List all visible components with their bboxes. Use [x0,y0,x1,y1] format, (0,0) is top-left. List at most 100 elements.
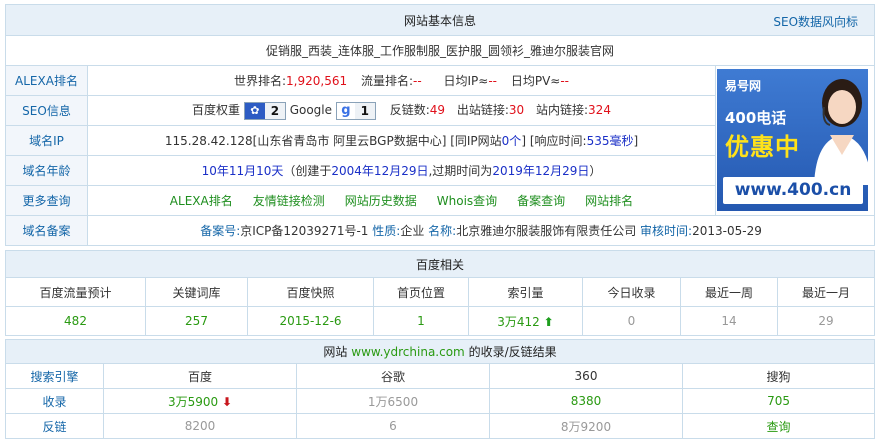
seo-info: 百度权重 ✿ 2 Google g1 反链数:49 出站链接:30 站内链接:32… [87,95,716,126]
baidu-col-today: 今日收录 [582,277,681,307]
ad-banner[interactable]: 易号网 400电话 优惠中 www.400.cn [717,69,868,211]
world-rank-label: 世界排名: [233,74,287,88]
index-title-pre: 网站 [323,345,348,359]
index-baidu-cell: 3万5900 ⬇ [103,388,297,414]
site-title-text: 促销服_西装_连体服_工作服制服_医护服_圆领衫_雅迪尔服装官网 [266,44,615,58]
created-label: （创建于 [283,164,332,178]
backlinks-label: 反链数: [389,103,430,118]
site-title: 促销服_西装_连体服_工作服制服_医护服_圆领衫_雅迪尔服装官网 [4,35,876,66]
backlink-baidu-value[interactable]: 8200 [103,413,297,439]
icp-name-label: 名称: [428,224,457,238]
google-label: Google [289,103,333,118]
baidu-header: 百度相关 [4,250,876,278]
baidu-col-keywords: 关键词库 [145,277,248,307]
icp-no: 京ICP备12039271号-1 [240,224,369,238]
baidu-table: 百度相关 百度流量预计 关键词库 百度快照 首页位置 索引量 今日收录 最近一周… [4,250,876,336]
index-domain-link[interactable]: www.ydrchina.com [351,345,464,359]
index-google-value[interactable]: 1万6500 [296,388,490,414]
basic-info-title: 网站基本信息 [404,13,477,28]
ad-line1: 400电话 [725,109,787,127]
more-link-friendlinks[interactable]: 友情链接检测 [253,194,325,208]
same-ip-close: ] [521,134,526,148]
baidu-weight-label: 百度权重 [192,103,241,118]
more-link-history[interactable]: 网站历史数据 [345,194,417,208]
more-links: ALEXA排名 友情链接检测 网站历史数据 Whois查询 备案查询 网站排名 [87,185,716,216]
backlinks-value: 49 [429,103,446,118]
response-close: ] [633,134,639,148]
backlink-sogou-query-link[interactable]: 查询 [681,413,876,439]
index-col-baidu: 百度 [103,363,297,389]
icp-info: 备案号:京ICP备12039271号-1 性质:企业 名称:北京雅迪尔服装服饰有… [86,215,876,246]
response-time: 535毫秒 [586,134,634,148]
traffic-rank-value: -- [412,74,422,88]
baidu-col-month: 最近一月 [776,277,876,307]
inlinks-label: 站内链接: [536,103,589,118]
baidu-traffic-value: 482 [5,306,146,336]
created-date: 2004年12月29日 [331,164,429,178]
ad-brand: 易号网 [725,79,762,93]
world-rank-value: 1,920,561 [286,74,348,88]
index-col-360: 360 [489,363,683,389]
seo-trend-link[interactable]: SEO数据风向标 [773,13,858,30]
backlink-360-value[interactable]: 8万9200 [489,413,683,439]
alexa-label: ALEXA排名 [5,65,88,96]
icp-label: 域名备案 [5,215,88,246]
index-table: 网站 www.ydrchina.com 的收录/反链结果 搜索引擎 百度 谷歌 … [4,339,876,439]
ad-person-image [804,73,868,185]
baidu-keywords-value[interactable]: 257 [145,306,248,336]
index-sogou-value[interactable]: 705 [681,388,876,414]
daily-pv-value: -- [560,74,570,88]
index-col-google: 谷歌 [296,363,490,389]
baidu-weight-badge[interactable]: ✿ 2 [243,101,286,120]
baidu-snapshot-value[interactable]: 2015-12-6 [247,306,374,336]
domain-age: 10年11月10天 [201,164,284,178]
index-title-post: 的收录/反链结果 [468,345,557,359]
seo-label: SEO信息 [5,95,88,126]
google-pr-value: 1 [354,102,375,119]
daily-ip-label: 日均IP≈ [443,74,489,88]
more-link-icp[interactable]: 备案查询 [517,194,565,208]
baidu-weight-value: 2 [264,102,285,119]
baidu-homepage-value: 1 [373,306,469,336]
google-pr-badge[interactable]: g1 [335,101,376,120]
same-ip-count-link[interactable]: 0个 [502,134,522,148]
baidu-today-value: 0 [582,306,681,336]
traffic-rank-label: 流量排名: [360,74,413,88]
outlinks-value: 30 [508,103,525,118]
more-link-rank[interactable]: 网站排名 [585,194,633,208]
icp-no-label: 备案号: [200,224,241,238]
baidu-week-value: 14 [680,306,778,336]
icp-audit-label: 审核时间: [640,224,693,238]
same-ip-label: [同IP网站 [450,134,502,148]
more-link-alexa[interactable]: ALEXA排名 [170,194,233,208]
backlink-row-label: 反链 [5,413,104,439]
age-info: 10年11月10天（创建于2004年12月29日,过期时间为2019年12月29… [87,155,716,186]
ip-address: 115.28.42.128[山东省青岛市 阿里云BGP数据中心] [164,134,447,148]
baidu-index-value[interactable]: 3万412 [497,315,540,329]
google-icon: g [341,102,351,118]
inlinks-value: 324 [588,103,611,118]
baidu-col-week: 最近一周 [680,277,778,307]
baidu-index-cell: 3万412 ⬆ [468,306,583,336]
icp-audit: 2013-05-29 [692,224,762,238]
age-label: 域名年龄 [5,155,88,186]
ad-line2: 优惠中 [725,133,800,161]
expire-close: ） [589,164,602,178]
index-360-value[interactable]: 8380 [489,388,683,414]
alexa-info: 世界排名:1,920,561 流量排名:-- 日均IP≈-- 日均PV≈-- [87,65,716,96]
basic-info-header: 网站基本信息 SEO数据风向标 [4,4,876,36]
backlink-google-value[interactable]: 6 [296,413,490,439]
expire-label: ,过期时间为 [428,164,493,178]
index-baidu-value[interactable]: 3万5900 [168,395,218,409]
more-link-whois[interactable]: Whois查询 [437,194,497,208]
icp-name: 北京雅迪尔服装服饰有限责任公司 [456,224,637,238]
baidu-month-value: 29 [776,306,876,336]
baidu-col-snapshot: 百度快照 [247,277,374,307]
daily-ip-value: -- [488,74,497,88]
baidu-col-traffic: 百度流量预计 [5,277,146,307]
baidu-col-homepage: 首页位置 [373,277,469,307]
index-col-sogou: 搜狗 [681,363,876,389]
index-row-label: 收录 [5,388,104,414]
arrow-up-icon: ⬆ [543,314,554,329]
more-label: 更多查询 [5,185,88,216]
